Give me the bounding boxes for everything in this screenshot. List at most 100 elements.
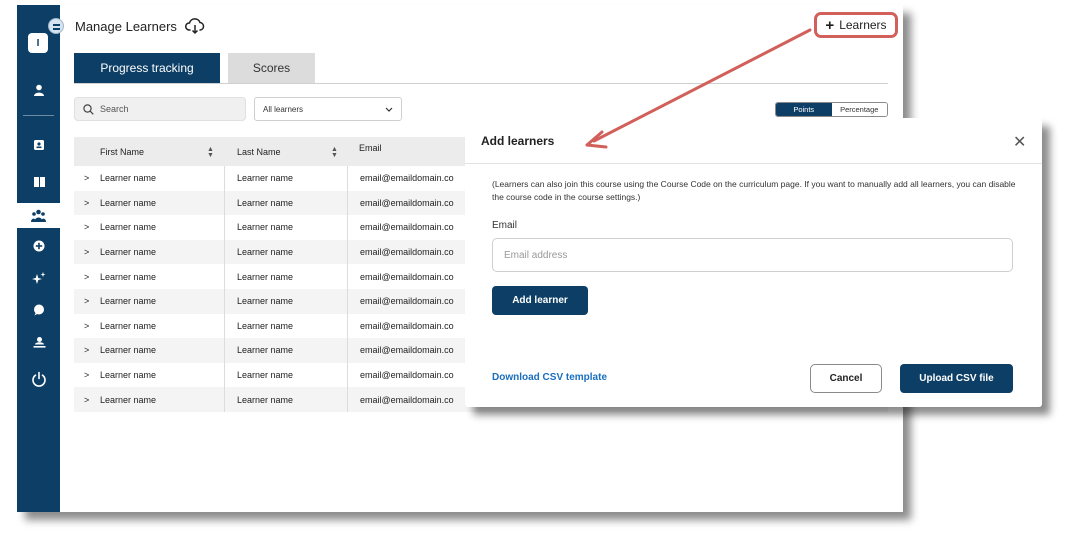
first-name-cell: Learner name: [100, 197, 157, 208]
email-label: Email: [492, 220, 518, 231]
last-name-cell: Learner name: [237, 271, 294, 282]
first-name-cell: Learner name: [100, 394, 157, 405]
points-percentage-toggle: Points Percentage: [775, 102, 888, 117]
email-cell: email@emaildomain.co: [360, 320, 454, 331]
dialog-title: Add learners: [481, 134, 555, 148]
last-name-cell: Learner name: [237, 197, 294, 208]
sidebar-divider: [23, 115, 54, 116]
user-icon[interactable]: [27, 79, 51, 101]
add-learners-label: Learners: [839, 18, 887, 32]
column-divider: [347, 166, 348, 191]
toggle-points[interactable]: Points: [776, 103, 832, 116]
email-cell: email@emaildomain.co: [360, 296, 454, 307]
plus-circle-icon[interactable]: [27, 235, 51, 257]
last-name-cell: Learner name: [237, 345, 294, 356]
last-name-cell: Learner name: [237, 394, 294, 405]
search-icon: [83, 103, 94, 115]
first-name-cell: Learner name: [100, 173, 157, 184]
sort-icon[interactable]: ▲ ▼: [331, 146, 338, 159]
column-divider: [224, 215, 225, 240]
column-divider: [224, 288, 225, 314]
expand-chevron-icon[interactable]: >: [84, 314, 89, 339]
cancel-button[interactable]: Cancel: [810, 364, 882, 393]
cloud-person-icon[interactable]: [27, 331, 51, 353]
sidebar: I: [17, 5, 64, 512]
column-divider: [224, 264, 225, 289]
last-name-cell: Learner name: [237, 370, 294, 381]
tab-progress-tracking[interactable]: Progress tracking: [74, 53, 220, 83]
expand-chevron-icon[interactable]: >: [84, 387, 89, 412]
book-icon[interactable]: [27, 171, 51, 193]
download-csv-template-link[interactable]: Download CSV template: [492, 372, 607, 383]
page-title: Manage Learners: [75, 19, 177, 34]
column-divider: [347, 215, 348, 240]
column-divider: [347, 387, 348, 412]
email-cell: email@emaildomain.co: [360, 345, 454, 356]
upload-csv-button[interactable]: Upload CSV file: [900, 364, 1013, 393]
column-divider: [224, 362, 225, 388]
email-cell: email@emaildomain.co: [360, 197, 454, 208]
expand-chevron-icon[interactable]: >: [84, 191, 89, 216]
add-learner-button[interactable]: Add learner: [492, 286, 588, 315]
dialog-note: (Learners can also join this course usin…: [492, 179, 1016, 202]
first-name-cell: Learner name: [100, 345, 157, 356]
sparkle-icon[interactable]: [27, 267, 51, 289]
column-divider: [347, 313, 348, 339]
tab-scores[interactable]: Scores: [228, 53, 315, 83]
first-name-cell: Learner name: [100, 320, 157, 331]
chat-icon[interactable]: [27, 299, 51, 321]
column-last-name[interactable]: Last Name: [237, 137, 281, 166]
sidebar-toggle-icon[interactable]: [48, 18, 64, 34]
id-card-icon[interactable]: [27, 134, 51, 156]
column-divider: [347, 264, 348, 289]
first-name-cell: Learner name: [100, 271, 157, 282]
users-icon: [31, 209, 46, 222]
dialog-divider: [465, 163, 1042, 164]
close-icon[interactable]: ✕: [1013, 132, 1026, 152]
first-name-cell: Learner name: [100, 222, 157, 233]
expand-chevron-icon[interactable]: >: [84, 166, 89, 191]
last-name-cell: Learner name: [237, 296, 294, 307]
expand-chevron-icon[interactable]: >: [84, 240, 89, 265]
first-name-cell: Learner name: [100, 370, 157, 381]
add-learners-dialog: Add learners ✕ (Learners can also join t…: [465, 118, 1042, 407]
column-divider: [347, 190, 348, 216]
last-name-cell: Learner name: [237, 247, 294, 258]
toggle-percentage[interactable]: Percentage: [831, 103, 887, 116]
add-learners-button[interactable]: + Learners: [814, 12, 898, 38]
email-cell: email@emaildomain.co: [360, 173, 454, 184]
search-placeholder: Search: [100, 104, 129, 114]
column-divider: [224, 190, 225, 216]
column-divider: [347, 239, 348, 265]
cloud-upload-icon[interactable]: [185, 17, 205, 35]
column-divider: [224, 313, 225, 339]
email-cell: email@emaildomain.co: [360, 247, 454, 258]
expand-chevron-icon[interactable]: >: [84, 338, 89, 363]
learner-filter-select[interactable]: All learners: [254, 97, 402, 121]
email-cell: email@emaildomain.co: [360, 222, 454, 233]
column-divider: [224, 166, 225, 191]
expand-chevron-icon[interactable]: >: [84, 264, 89, 289]
column-divider: [224, 338, 225, 363]
search-input[interactable]: Search: [74, 97, 246, 121]
first-name-cell: Learner name: [100, 247, 157, 258]
sort-icon[interactable]: ▲ ▼: [207, 146, 214, 159]
plus-icon: +: [825, 16, 835, 34]
last-name-cell: Learner name: [237, 173, 294, 184]
email-field[interactable]: Email address: [492, 238, 1013, 272]
email-cell: email@emaildomain.co: [360, 271, 454, 282]
expand-chevron-icon[interactable]: >: [84, 289, 89, 314]
column-email[interactable]: Email: [359, 137, 382, 166]
first-name-cell: Learner name: [100, 296, 157, 307]
sidebar-item-learners[interactable]: [17, 203, 60, 228]
column-divider: [347, 362, 348, 388]
email-cell: email@emaildomain.co: [360, 370, 454, 381]
expand-chevron-icon[interactable]: >: [84, 363, 89, 388]
expand-chevron-icon[interactable]: >: [84, 215, 89, 240]
last-name-cell: Learner name: [237, 320, 294, 331]
column-divider: [347, 338, 348, 363]
column-first-name[interactable]: First Name: [100, 137, 144, 166]
power-icon[interactable]: [27, 368, 51, 390]
app-logo[interactable]: I: [28, 33, 48, 53]
column-divider: [224, 387, 225, 412]
